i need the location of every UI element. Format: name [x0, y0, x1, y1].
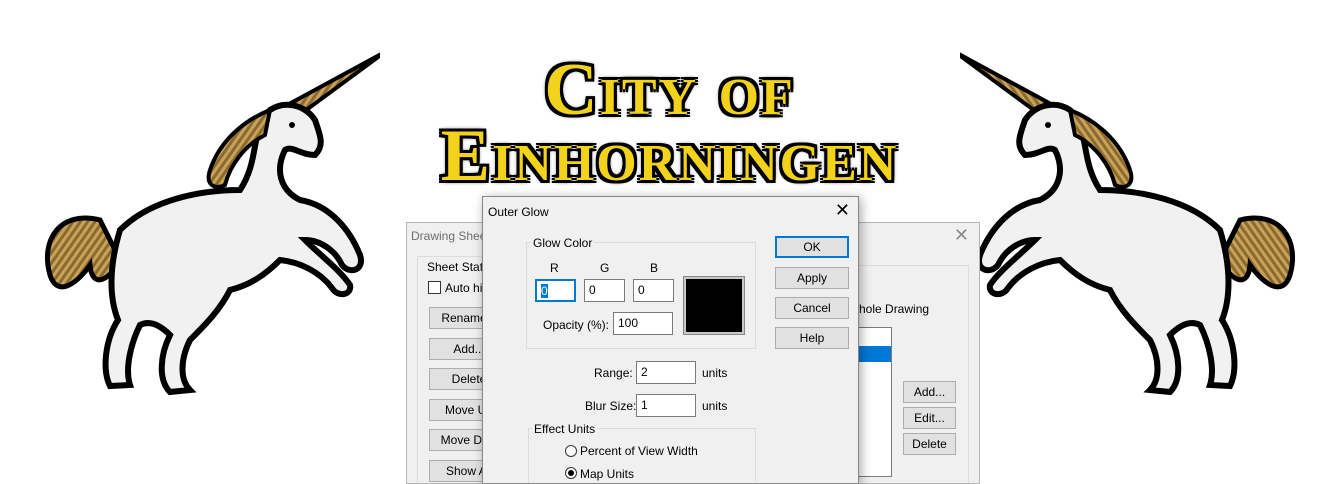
g-label: G: [600, 261, 610, 275]
auto-hide-checkbox[interactable]: [428, 281, 441, 294]
color-swatch[interactable]: [683, 276, 745, 335]
r-label: R: [550, 261, 559, 275]
outer-glow-dialog: Outer Glow ✕ Glow Color R G B 0 0 0 Opac…: [482, 196, 859, 484]
glow-color-group-label: Glow Color: [531, 236, 595, 250]
percent-of-view-width-radio[interactable]: [565, 445, 577, 457]
g-input[interactable]: 0: [584, 279, 625, 302]
apply-button[interactable]: Apply: [775, 267, 849, 289]
help-button[interactable]: Help: [775, 327, 849, 349]
range-input[interactable]: 2: [636, 361, 696, 384]
blur-size-units: units: [702, 399, 728, 413]
range-units: units: [702, 366, 728, 380]
delete-layer-button[interactable]: Delete: [903, 433, 956, 455]
opacity-label: Opacity (%):: [543, 318, 610, 332]
opacity-input[interactable]: 100: [613, 312, 673, 335]
ok-button[interactable]: OK: [775, 236, 849, 258]
blur-size-input[interactable]: 1: [636, 394, 696, 417]
r-input[interactable]: 0: [535, 279, 576, 302]
b-label: B: [650, 261, 659, 275]
cancel-button[interactable]: Cancel: [775, 297, 849, 319]
edit-layer-button[interactable]: Edit...: [903, 407, 956, 429]
b-input[interactable]: 0: [633, 279, 674, 302]
close-icon[interactable]: ✕: [954, 225, 969, 246]
close-icon[interactable]: ✕: [835, 200, 850, 221]
outer-glow-dialog-title: Outer Glow: [488, 205, 549, 219]
map-units-label: Map Units: [580, 467, 635, 481]
sheet-status-group-label: Sheet Statu: [427, 260, 490, 274]
unicorn-left-icon: [44, 52, 380, 396]
add-layer-button[interactable]: Add...: [903, 381, 956, 403]
blur-size-label: Blur Size:: [585, 399, 637, 413]
map-units-radio[interactable]: [565, 467, 577, 479]
whole-drawing-label: hole Drawing: [859, 302, 930, 316]
percent-of-view-width-label: Percent of View Width: [580, 444, 698, 458]
unicorn-right-icon: [960, 52, 1296, 396]
range-label: Range:: [594, 366, 633, 380]
effect-units-group-label: Effect Units: [532, 422, 598, 436]
drawing-sheets-dialog-title: Drawing Sheet: [411, 229, 490, 243]
